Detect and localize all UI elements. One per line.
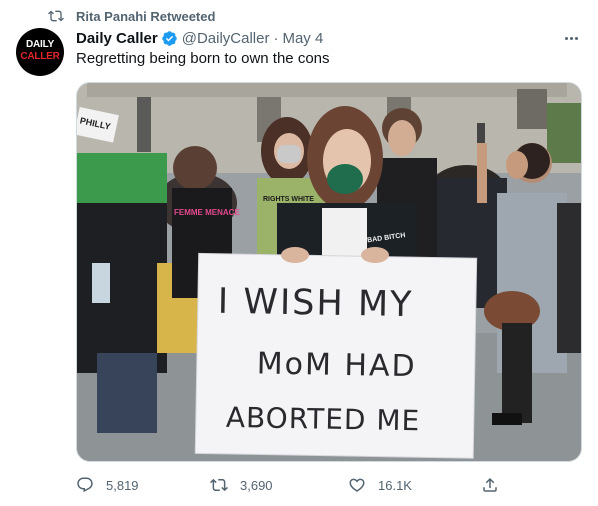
retweet-icon: [210, 478, 228, 492]
avatar-logo: DAILY CALLER: [16, 39, 64, 63]
retweet-icon: [48, 10, 64, 22]
reply-button[interactable]: 5,819: [76, 474, 139, 496]
share-icon: [483, 477, 497, 492]
tweet-date[interactable]: May 4: [282, 30, 323, 47]
tweet-header: Daily Caller @DailyCaller · May 4: [76, 28, 323, 48]
sign-line-2: MoM HAD: [256, 346, 416, 384]
tweet-photo[interactable]: PHILLY FEMME MENACE RIGHTS WHITE BAD BIT…: [76, 82, 582, 462]
sign-line-3: ABORTED ME: [226, 401, 421, 437]
share-button[interactable]: [481, 474, 499, 496]
green-shirt-text: RIGHTS WHITE: [263, 196, 314, 203]
protest-photo: PHILLY FEMME MENACE RIGHTS WHITE BAD BIT…: [77, 83, 581, 461]
heart-icon: [349, 478, 365, 492]
like-count: 16.1K: [378, 477, 412, 493]
more-dot-icon: [569, 36, 573, 40]
more-dot-icon: [564, 36, 568, 40]
retweet-count: 3,690: [240, 477, 273, 493]
separator-dot: ·: [273, 29, 279, 47]
avatar-logo-line2: CALLER: [20, 51, 60, 62]
avatar-logo-line1: DAILY: [25, 39, 55, 50]
verified-badge-icon[interactable]: [161, 30, 178, 47]
reply-icon: [77, 477, 93, 493]
more-options-button[interactable]: [560, 30, 582, 46]
tweet-text: Regretting being born to own the cons: [76, 50, 330, 67]
author-handle[interactable]: @DailyCaller: [182, 30, 270, 47]
avatar[interactable]: DAILY CALLER: [16, 28, 64, 76]
reply-count: 5,819: [106, 477, 139, 493]
menace-shirt-text: FEMME MENACE: [174, 208, 240, 217]
more-dot-icon: [574, 36, 578, 40]
tweet-actions: 5,819 3,690 16.1K: [76, 474, 506, 496]
sign-line-1: I WISH MY: [218, 282, 414, 325]
like-button[interactable]: 16.1K: [348, 474, 412, 496]
retweet-button[interactable]: 3,690: [210, 474, 273, 496]
retweeted-by-label[interactable]: Rita Panahi Retweeted: [76, 9, 215, 24]
author-name[interactable]: Daily Caller: [76, 30, 158, 47]
